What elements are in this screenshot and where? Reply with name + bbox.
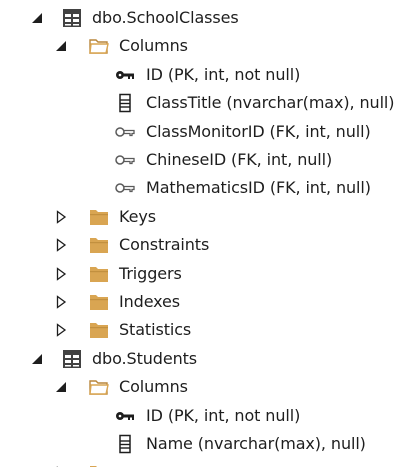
expanded-arrow-icon[interactable] — [54, 380, 68, 394]
expanded-arrow-icon[interactable] — [54, 39, 68, 53]
tree-node-label: Columns — [119, 36, 188, 55]
primary-key-icon — [114, 405, 136, 427]
column-label: MathematicsID (FK, int, null) — [146, 178, 371, 197]
collapsed-arrow-icon[interactable] — [54, 323, 68, 337]
foreign-key-icon — [114, 149, 136, 171]
primary-key-icon — [114, 64, 136, 86]
tree-node-column[interactable]: ID (PK, int, not null) — [0, 61, 406, 89]
collapsed-arrow-icon[interactable] — [54, 267, 68, 281]
table-icon — [61, 7, 83, 29]
folder-icon — [88, 234, 110, 256]
column-label: Name (nvarchar(max), null) — [146, 434, 366, 453]
column-label: ClassTitle (nvarchar(max), null) — [146, 93, 395, 112]
tree-node-column[interactable]: MathematicsID (FK, int, null) — [0, 174, 406, 202]
open-folder-icon — [88, 376, 110, 398]
column-label: ID (PK, int, not null) — [146, 406, 301, 425]
tree-node-column[interactable]: ChineseID (FK, int, null) — [0, 146, 406, 174]
tree-node-triggers[interactable]: Triggers — [0, 260, 406, 288]
tree-node-constraints[interactable]: Constraints — [0, 231, 406, 259]
tree-node-indexes[interactable]: Indexes — [0, 288, 406, 316]
expanded-arrow-icon[interactable] — [30, 11, 44, 25]
tree-node-table-schoolclasses[interactable]: dbo.SchoolClasses — [0, 4, 406, 32]
folder-icon — [88, 291, 110, 313]
table-icon — [61, 348, 83, 370]
tree-node-table-students[interactable]: dbo.Students — [0, 345, 406, 373]
tree-node-label: Triggers — [119, 264, 182, 283]
tree-node-label: dbo.Students — [92, 349, 198, 368]
tree-node-label: Columns — [119, 377, 188, 396]
column-icon — [114, 92, 136, 114]
tree-node-columns[interactable]: Columns — [0, 32, 406, 60]
folder-icon — [88, 206, 110, 228]
object-explorer-tree: dbo.SchoolClasses Columns ID (PK, int, n… — [0, 0, 406, 467]
tree-node-column[interactable]: ClassMonitorID (FK, int, null) — [0, 118, 406, 146]
tree-node-label: Keys — [119, 207, 156, 226]
tree-node-label: dbo.SchoolClasses — [92, 8, 239, 27]
tree-node-column[interactable]: ClassTitle (nvarchar(max), null) — [0, 89, 406, 117]
foreign-key-icon — [114, 121, 136, 143]
foreign-key-icon — [114, 177, 136, 199]
collapsed-arrow-icon[interactable] — [54, 295, 68, 309]
collapsed-arrow-icon[interactable] — [54, 210, 68, 224]
column-icon — [114, 433, 136, 455]
collapsed-arrow-icon[interactable] — [54, 238, 68, 252]
folder-icon — [88, 462, 110, 467]
column-label: ChineseID (FK, int, null) — [146, 150, 333, 169]
folder-icon — [88, 263, 110, 285]
tree-node-label: Constraints — [119, 235, 210, 254]
tree-node-label: Statistics — [119, 320, 192, 339]
tree-node-label: Indexes — [119, 292, 181, 311]
tree-node-statistics[interactable]: Statistics — [0, 316, 406, 344]
tree-node-partial[interactable] — [0, 459, 406, 467]
tree-node-column[interactable]: Name (nvarchar(max), null) — [0, 430, 406, 458]
open-folder-icon — [88, 35, 110, 57]
column-label: ClassMonitorID (FK, int, null) — [146, 122, 371, 141]
tree-node-keys[interactable]: Keys — [0, 203, 406, 231]
tree-node-columns[interactable]: Columns — [0, 373, 406, 401]
expanded-arrow-icon[interactable] — [30, 352, 44, 366]
tree-node-column[interactable]: ID (PK, int, not null) — [0, 402, 406, 430]
column-label: ID (PK, int, not null) — [146, 65, 301, 84]
folder-icon — [88, 319, 110, 341]
